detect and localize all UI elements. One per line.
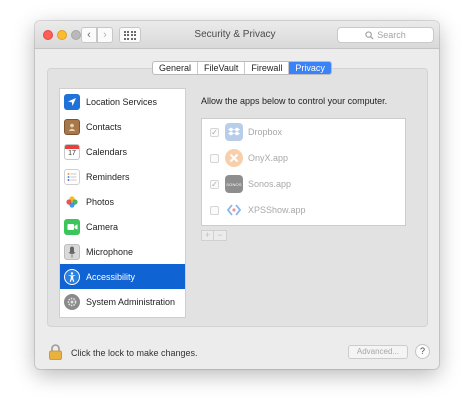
grid-icon [123,30,126,33]
close-button[interactable] [43,30,53,40]
system-administration-icon [64,293,80,310]
microphone-icon [64,243,80,260]
app-name: OnyX.app [248,153,289,163]
accessibility-pane: Allow the apps below to control your com… [191,89,416,317]
lock-icon[interactable] [49,344,62,360]
sidebar-item-accessibility[interactable]: Accessibility [60,264,185,289]
app-list[interactable]: ✓ Dropbox OnyX.app ✓ SONOS Sonos.app XPS… [201,118,406,226]
xpsshow-icon [225,201,243,219]
photos-icon [64,193,80,210]
app-name: Sonos.app [248,179,292,189]
app-row-xpsshow[interactable]: XPSShow.app [202,197,405,223]
app-row-sonos[interactable]: ✓ SONOS Sonos.app [202,171,405,197]
calendar-day: 17 [68,149,76,157]
calendar-icon: 17 [64,143,80,160]
sidebar-item-label: Photos [86,196,115,207]
app-row-onyx[interactable]: OnyX.app [202,145,405,171]
dropbox-icon [225,123,243,141]
sidebar-item-label: Reminders [86,171,130,182]
remove-app-button[interactable]: − [214,230,227,241]
app-name: Dropbox [248,127,283,137]
sonos-icon-text: SONOS [226,181,242,187]
sidebar-item-photos[interactable]: Photos [60,189,185,214]
accessibility-icon [64,268,80,285]
sidebar-item-calendars[interactable]: 17 Calendars [60,139,185,164]
sidebar-item-camera[interactable]: Camera [60,214,185,239]
search-placeholder: Search [377,30,406,40]
sidebar-item-label: Contacts [86,121,122,132]
location-arrow-icon [64,93,80,110]
sidebar-item-label: Location Services [86,96,158,107]
tab-privacy[interactable]: Privacy [289,62,331,74]
add-app-button[interactable]: + [201,230,214,241]
onyx-icon [225,149,243,167]
app-name: XPSShow.app [248,205,306,215]
tab-firewall[interactable]: Firewall [245,62,290,74]
tab-filevault[interactable]: FileVault [198,62,246,74]
advanced-button[interactable]: Advanced... [348,345,408,359]
add-remove-buttons: + − [201,230,227,241]
sidebar-item-location-services[interactable]: Location Services [60,89,185,114]
show-all-button[interactable] [119,27,141,43]
forward-button[interactable]: › [97,27,113,43]
privacy-category-list[interactable]: Location Services Contacts 17 Calendars [59,88,186,318]
sidebar-item-contacts[interactable]: Contacts [60,114,185,139]
app-checkbox[interactable]: ✓ [210,179,219,189]
app-checkbox[interactable]: ✓ [210,127,219,137]
privacy-panel: Location Services Contacts 17 Calendars [47,68,428,327]
help-button[interactable]: ? [415,344,430,359]
sidebar-item-label: Accessibility [86,271,136,282]
sidebar-item-label: Camera [86,221,119,232]
contacts-book-icon [64,118,80,135]
zoom-button[interactable] [71,30,81,40]
tab-general[interactable]: General [153,62,199,74]
sidebar-item-microphone[interactable]: Microphone [60,239,185,264]
chevron-right-icon: › [103,28,107,41]
chevron-left-icon: ‹ [87,28,91,41]
security-privacy-window: ‹ › Security & Privacy Search General Fi… [35,21,439,369]
sidebar-item-reminders[interactable]: Reminders [60,164,185,189]
pane-description: Allow the apps below to control your com… [201,96,388,106]
app-checkbox[interactable] [210,205,219,215]
sidebar-item-system-administration[interactable]: System Administration [60,289,185,314]
app-checkbox[interactable] [210,153,219,163]
minimize-button[interactable] [57,30,67,40]
sidebar-item-label: Microphone [86,246,134,257]
reminders-icon [64,168,80,185]
sidebar-item-label: Calendars [86,146,128,157]
sonos-icon: SONOS [225,175,243,193]
camera-icon [64,218,80,235]
back-button[interactable]: ‹ [81,27,97,43]
window-title: Security & Privacy [194,29,276,40]
sidebar-item-label: System Administration [86,296,176,307]
search-icon [365,30,374,40]
app-row-dropbox[interactable]: ✓ Dropbox [202,119,405,145]
lock-message: Click the lock to make changes. [71,348,198,358]
search-field[interactable]: Search [337,27,434,43]
titlebar: ‹ › Security & Privacy Search [35,21,439,49]
tab-bar: General FileVault Firewall Privacy [152,61,332,75]
